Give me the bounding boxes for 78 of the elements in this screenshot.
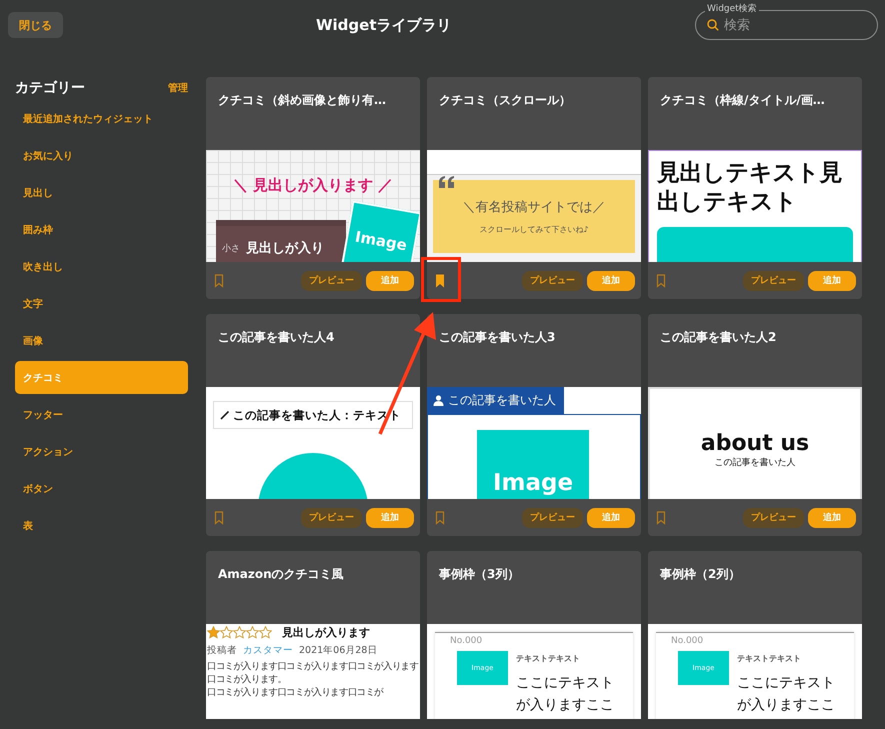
preview-heading: ＼ 見出しが入ります ／ [232, 176, 394, 195]
sidebar-item[interactable]: 囲み枠 [15, 213, 188, 246]
pen-icon [220, 410, 230, 420]
bookmark-icon[interactable] [435, 274, 445, 288]
preview-text: ここにテキスト [516, 674, 614, 693]
sidebar-item[interactable]: ボタン [15, 472, 188, 505]
search-icon [707, 19, 719, 31]
preview-heading: 見出しテキスト見出しテキスト [656, 159, 843, 216]
case-number: No.000 [671, 636, 704, 646]
sidebar-item[interactable]: 文字 [15, 287, 188, 320]
sidebar-item[interactable]: フッター [15, 398, 188, 431]
star-icon [259, 626, 272, 639]
sidebar-item[interactable]: 吹き出し [15, 250, 188, 283]
preview-heading: ＼有名投稿サイトでは／ [462, 199, 606, 216]
image-tile: Image [477, 430, 589, 499]
preview-button[interactable]: プレビュー [301, 270, 362, 290]
preview-button[interactable]: プレビュー [743, 270, 804, 290]
sidebar-title: カテゴリー [15, 79, 85, 97]
bookmark-icon[interactable] [435, 510, 445, 524]
card-title: クチコミ（枠線/タイトル/画… [659, 92, 826, 109]
sidebar-item[interactable]: 表 [15, 509, 188, 542]
window-title: Widgetライブラリ [316, 16, 452, 34]
sidebar-item[interactable]: クチコミ [15, 361, 188, 394]
bookmark-icon[interactable] [214, 274, 224, 288]
sidebar-item[interactable]: アクション [15, 435, 188, 468]
add-button[interactable]: 追加 [587, 508, 635, 528]
preview-text: スクロールしてみて下さいね♪ [479, 224, 589, 235]
preview-text: この記事を書いた人 [714, 456, 796, 469]
sidebar-item[interactable]: 最近追加されたウィジェット [15, 102, 188, 135]
case-number: No.000 [450, 636, 482, 646]
preview-text: 小さ [222, 242, 240, 254]
preview-heading: この記事を書いた人 [448, 392, 556, 409]
add-button[interactable]: 追加 [366, 270, 414, 290]
star-icon [246, 626, 259, 639]
bookmark-icon[interactable] [656, 510, 666, 524]
bookmark-icon[interactable] [214, 510, 224, 524]
add-button[interactable]: 追加 [808, 270, 856, 290]
date-text: 2021年06月28日 [299, 644, 378, 657]
person-icon [433, 395, 444, 406]
card-title: この記事を書いた人4 [217, 329, 336, 346]
add-button[interactable]: 追加 [587, 270, 635, 290]
card-title: Amazonのクチコミ風 [217, 566, 345, 583]
sidebar-item[interactable]: お気に入り [15, 139, 188, 172]
star-icon [207, 626, 220, 639]
preview-label: テキストテキスト [516, 653, 580, 664]
star-icon [220, 626, 233, 639]
preview-button[interactable]: プレビュー [522, 508, 583, 528]
card-title: この記事を書いた人2 [659, 329, 778, 346]
preview-button[interactable]: プレビュー [743, 508, 804, 528]
card-title: 事例枠（3列） [438, 566, 520, 583]
preview-label: テキストテキスト [737, 653, 801, 664]
card-title: クチコミ（斜め画像と飾り有… [217, 92, 387, 109]
sidebar-item[interactable]: 見出し [15, 176, 188, 209]
preview-text: が入りますここ [737, 696, 835, 715]
preview-heading: 見出しが入ります [282, 625, 370, 640]
quote-icon [438, 176, 456, 188]
image-tile: Image [340, 200, 420, 262]
add-button[interactable]: 追加 [366, 508, 414, 528]
preview-text: ここにテキスト [737, 674, 835, 693]
preview-button[interactable]: プレビュー [522, 270, 583, 290]
preview-text: 投稿者 [207, 644, 237, 657]
review-text: 口コミが入ります口コミが入ります口コミが [207, 686, 384, 700]
manage-link[interactable]: 管理 [168, 81, 188, 95]
preview-heading: 見出しが入り [246, 240, 324, 257]
card-title: クチコミ（スクロール） [438, 92, 572, 109]
sidebar-item[interactable]: 画像 [15, 324, 188, 357]
star-icon [233, 626, 246, 639]
search-label: Widget検索 [705, 2, 759, 15]
preview-text: が入りますここ [516, 696, 614, 715]
card-title: この記事を書いた人3 [438, 329, 556, 346]
preview-heading: about us [700, 431, 810, 456]
add-button[interactable]: 追加 [808, 508, 856, 528]
close-button[interactable]: 閉じる [8, 12, 63, 38]
review-text: 口コミが入ります口コミが入ります口コミが入ります口コミが入ります。 [207, 660, 420, 686]
highlight-frame [421, 257, 461, 302]
preview-button[interactable]: プレビュー [301, 508, 362, 528]
card-title: 事例枠（2列） [659, 566, 742, 583]
bookmark-icon[interactable] [656, 274, 666, 288]
